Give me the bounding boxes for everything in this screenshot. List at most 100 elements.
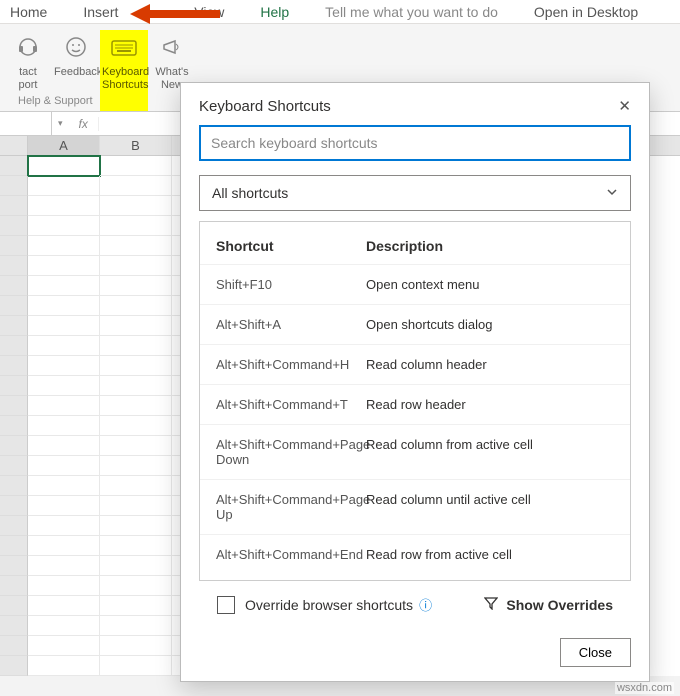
row-header[interactable]	[0, 196, 28, 216]
select-all-triangle[interactable]	[0, 136, 28, 155]
cell[interactable]	[100, 576, 172, 596]
cell[interactable]	[100, 616, 172, 636]
open-in-desktop[interactable]: Open in Desktop	[534, 4, 638, 20]
cell[interactable]	[28, 316, 100, 336]
row-header[interactable]	[0, 416, 28, 436]
row-header[interactable]	[0, 616, 28, 636]
name-box-dropdown-icon[interactable]: ▾	[52, 118, 69, 129]
cell[interactable]	[28, 536, 100, 556]
cell[interactable]	[100, 396, 172, 416]
cell[interactable]	[100, 456, 172, 476]
cell[interactable]	[28, 256, 100, 276]
row-header[interactable]	[0, 236, 28, 256]
cell[interactable]	[100, 236, 172, 256]
cell[interactable]	[28, 496, 100, 516]
row-header[interactable]	[0, 276, 28, 296]
cell[interactable]	[28, 356, 100, 376]
close-icon[interactable]: ✕	[618, 97, 631, 115]
cell[interactable]	[28, 516, 100, 536]
info-icon[interactable]: ⓘ	[419, 595, 432, 614]
cell[interactable]	[100, 316, 172, 336]
cell[interactable]	[28, 376, 100, 396]
cell[interactable]	[28, 296, 100, 316]
tab-help[interactable]: Help	[260, 4, 289, 20]
row-header[interactable]	[0, 376, 28, 396]
row-header[interactable]	[0, 356, 28, 376]
filter-dropdown[interactable]: All shortcuts	[199, 175, 631, 211]
list-item[interactable]: Alt+Shift+Command+Page UpRead column unt…	[200, 479, 630, 534]
cell[interactable]	[100, 516, 172, 536]
cell[interactable]	[100, 596, 172, 616]
cell[interactable]	[100, 636, 172, 656]
list-item[interactable]: Alt+Shift+Command+TRead row header	[200, 384, 630, 424]
cell[interactable]	[100, 656, 172, 676]
tell-me-search[interactable]: Tell me what you want to do	[325, 4, 498, 20]
cell[interactable]	[100, 376, 172, 396]
row-header[interactable]	[0, 396, 28, 416]
list-item[interactable]: Shift+F10Open context menu	[200, 264, 630, 304]
fx-icon[interactable]: fx	[69, 117, 99, 131]
row-header[interactable]	[0, 516, 28, 536]
cell[interactable]	[100, 496, 172, 516]
row-header[interactable]	[0, 576, 28, 596]
cell[interactable]	[28, 576, 100, 596]
row-header[interactable]	[0, 216, 28, 236]
cell[interactable]	[100, 196, 172, 216]
row-header[interactable]	[0, 596, 28, 616]
cell[interactable]	[28, 656, 100, 676]
cell[interactable]	[28, 616, 100, 636]
row-header[interactable]	[0, 436, 28, 456]
tab-insert[interactable]: Insert	[83, 4, 118, 20]
col-header-a[interactable]: A	[28, 136, 100, 155]
row-header[interactable]	[0, 636, 28, 656]
row-header[interactable]	[0, 456, 28, 476]
cell[interactable]	[28, 336, 100, 356]
cell[interactable]	[28, 276, 100, 296]
row-header[interactable]	[0, 536, 28, 556]
keyboard-shortcuts-button[interactable]: KeyboardShortcuts	[100, 30, 148, 111]
cell[interactable]	[100, 436, 172, 456]
list-item[interactable]: Alt+Shift+Command+HRead column header	[200, 344, 630, 384]
col-header-b[interactable]: B	[100, 136, 172, 155]
row-header[interactable]	[0, 476, 28, 496]
row-header[interactable]	[0, 176, 28, 196]
cell[interactable]	[28, 396, 100, 416]
row-header[interactable]	[0, 556, 28, 576]
cell[interactable]	[28, 416, 100, 436]
cell[interactable]	[100, 536, 172, 556]
cell[interactable]	[28, 636, 100, 656]
cell[interactable]	[28, 556, 100, 576]
cell[interactable]	[100, 336, 172, 356]
list-item[interactable]: Alt+Shift+Command+EndRead row from activ…	[200, 534, 630, 574]
cell[interactable]	[28, 436, 100, 456]
cell[interactable]	[28, 216, 100, 236]
name-box[interactable]	[0, 112, 52, 135]
override-checkbox[interactable]: Override browser shortcuts ⓘ	[217, 595, 432, 614]
list-item[interactable]: Alt+Shift+Command+Page DownRead column f…	[200, 424, 630, 479]
row-header[interactable]	[0, 496, 28, 516]
cell[interactable]	[100, 476, 172, 496]
cell[interactable]	[100, 256, 172, 276]
row-header[interactable]	[0, 256, 28, 276]
cell[interactable]	[28, 196, 100, 216]
cell[interactable]	[100, 416, 172, 436]
row-header[interactable]	[0, 156, 28, 176]
show-overrides-button[interactable]: Show Overrides	[484, 596, 613, 613]
cell[interactable]	[28, 236, 100, 256]
cell[interactable]	[28, 156, 100, 176]
cell[interactable]	[100, 176, 172, 196]
row-header[interactable]	[0, 296, 28, 316]
cell[interactable]	[100, 356, 172, 376]
cell[interactable]	[100, 216, 172, 236]
cell[interactable]	[28, 456, 100, 476]
tab-home[interactable]: Home	[10, 4, 47, 20]
row-header[interactable]	[0, 656, 28, 676]
list-item[interactable]: Alt+Shift+AOpen shortcuts dialog	[200, 304, 630, 344]
search-input[interactable]	[199, 125, 631, 161]
cell[interactable]	[100, 556, 172, 576]
row-header[interactable]	[0, 336, 28, 356]
cell[interactable]	[28, 476, 100, 496]
cell[interactable]	[100, 276, 172, 296]
close-button[interactable]: Close	[560, 638, 631, 667]
cell[interactable]	[28, 596, 100, 616]
